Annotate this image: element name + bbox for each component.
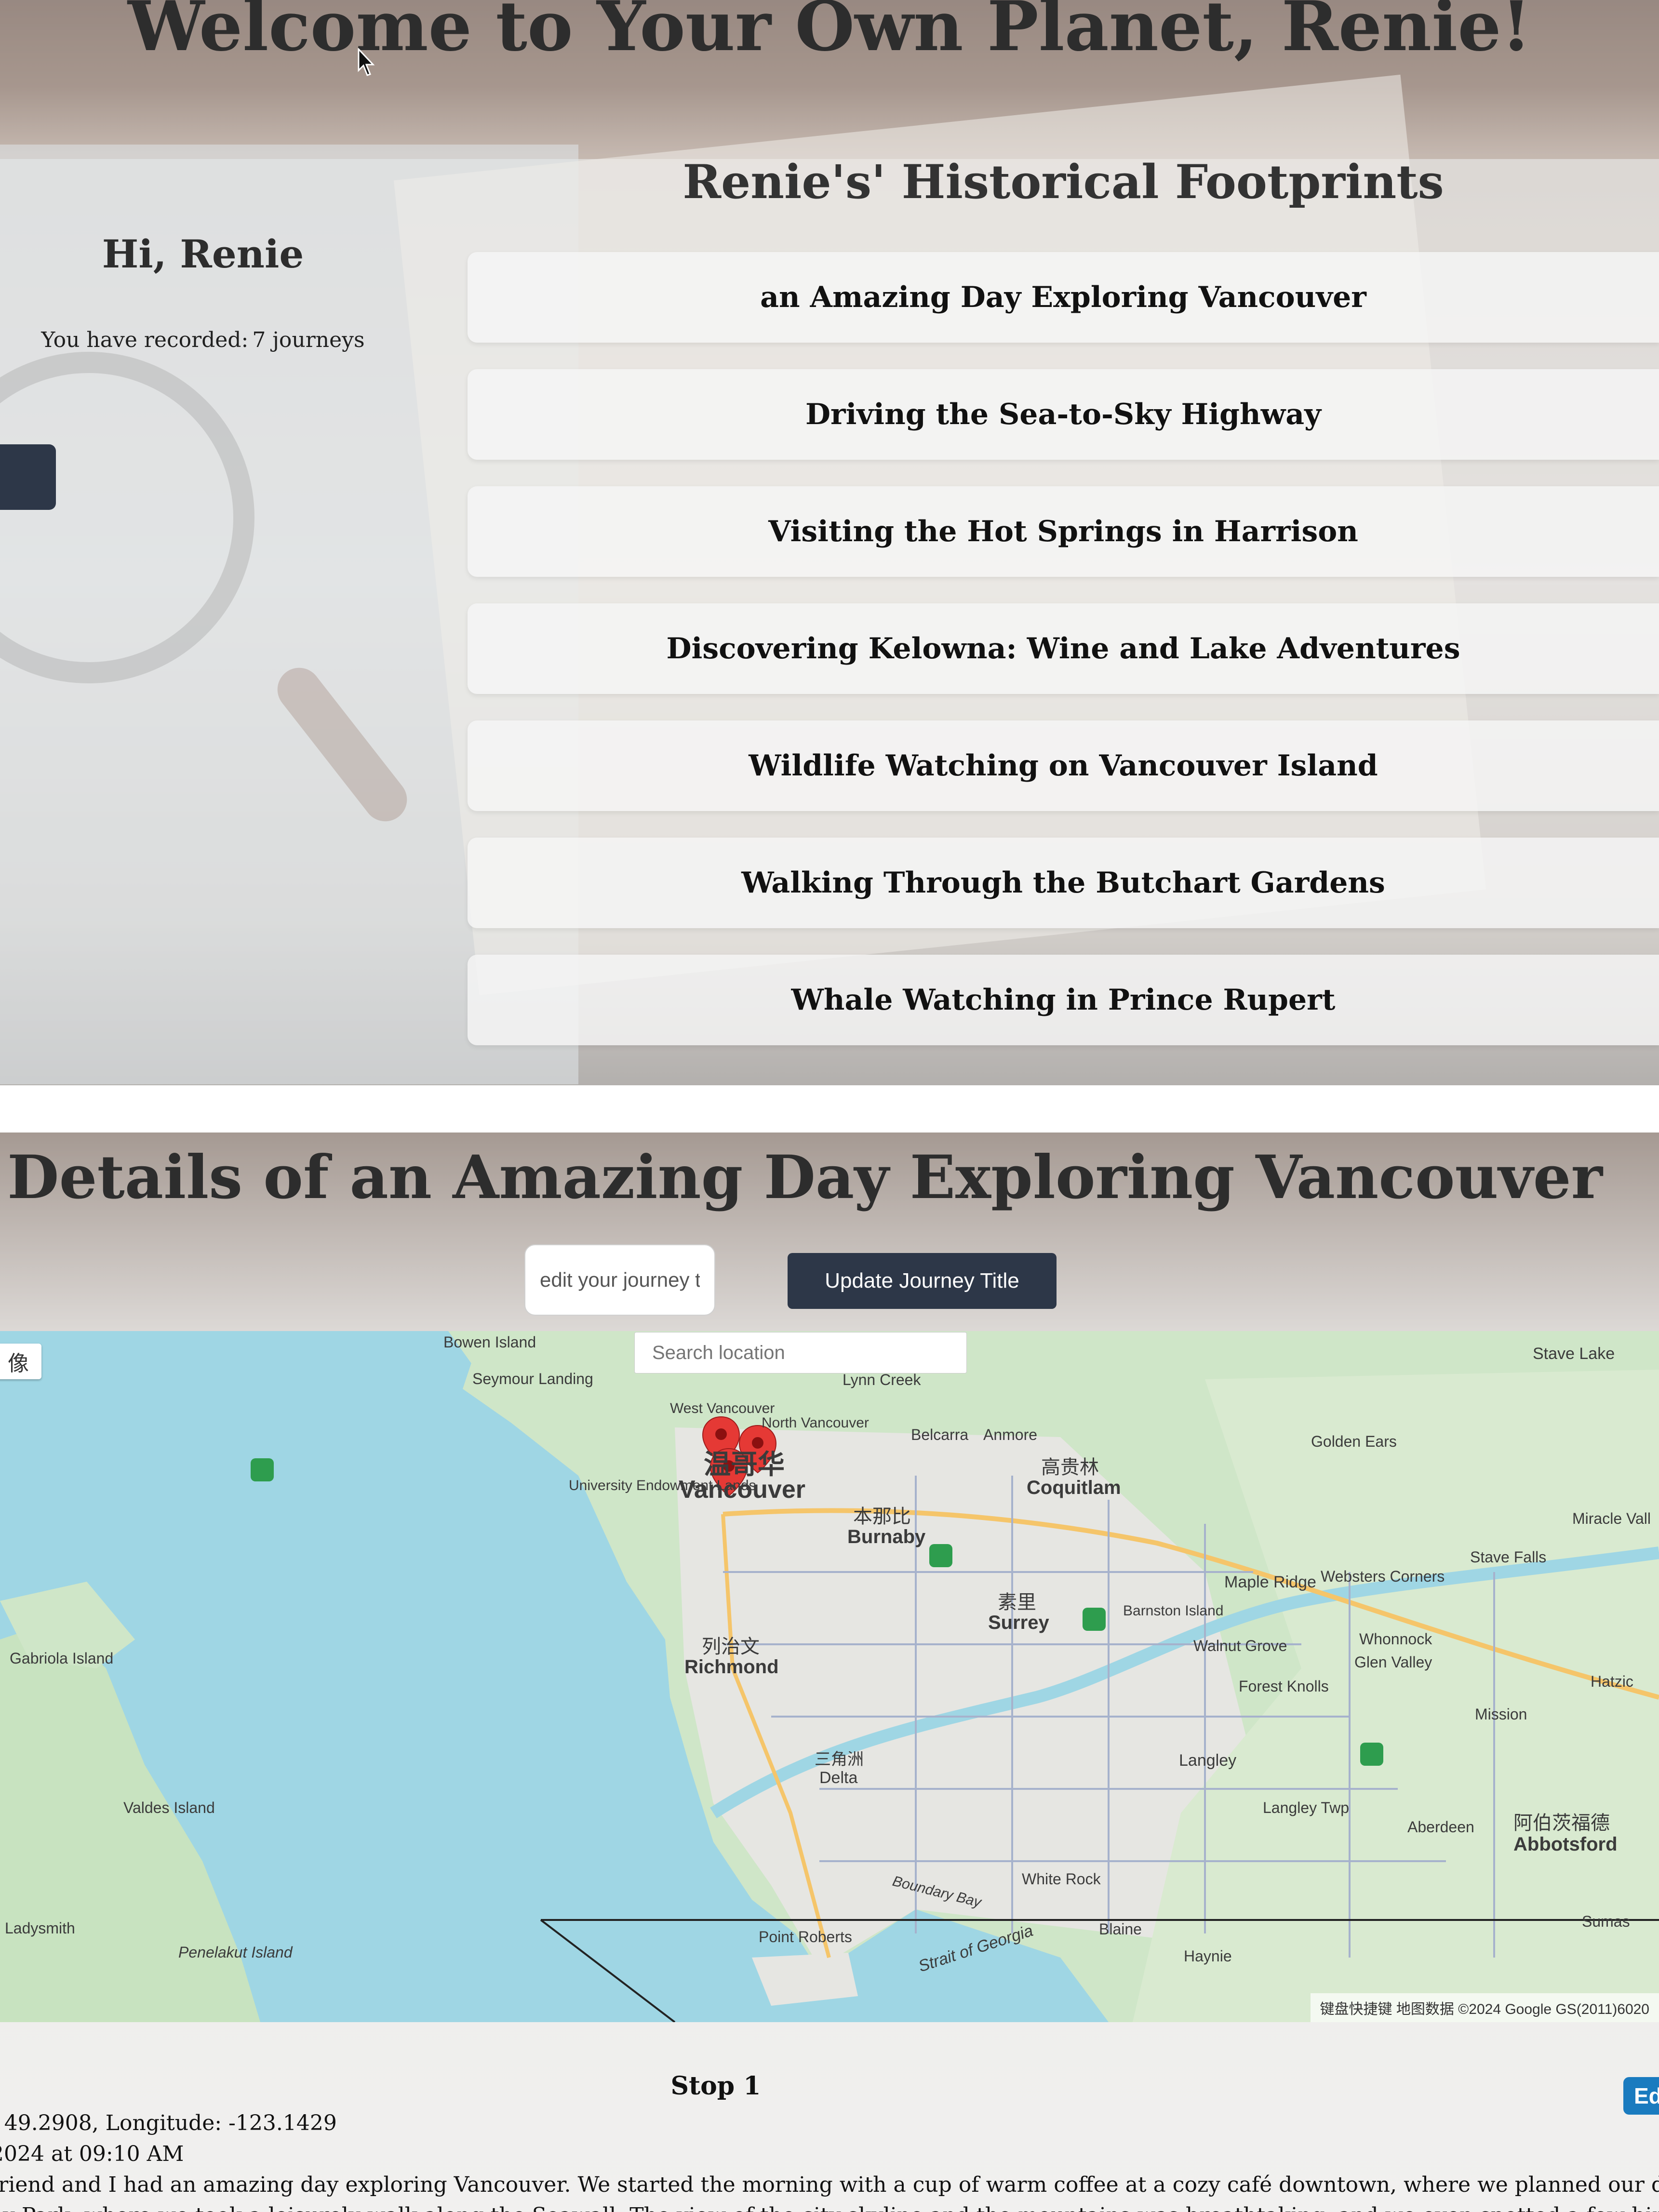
map-label: White Rock: [1022, 1870, 1101, 1888]
map-label: Glen Valley: [1354, 1653, 1432, 1671]
map-label: Coquitlam: [1027, 1477, 1121, 1498]
journey-list: an Amazing Day Exploring Vancouver Drivi…: [468, 252, 1659, 1072]
map-search-input[interactable]: [634, 1332, 967, 1373]
map-label: Penelakut Island: [178, 1944, 293, 1961]
map-label: 本那比: [853, 1506, 911, 1527]
mouse-cursor-icon: [358, 48, 375, 76]
map-label: Barnston Island: [1123, 1603, 1223, 1619]
map-label: Surrey: [988, 1612, 1049, 1633]
sidebar-action-button[interactable]: [0, 444, 56, 510]
map-label: Maple Ridge: [1224, 1573, 1316, 1591]
map-label: Forest Knolls: [1239, 1678, 1329, 1695]
map-label: Belcarra: [911, 1426, 968, 1443]
park-icon: [1360, 1743, 1383, 1766]
map-label: 素里: [998, 1592, 1036, 1613]
map-label: Hatzic: [1591, 1673, 1633, 1690]
map-label: Delta: [819, 1769, 857, 1787]
map-label: Abbotsford: [1513, 1834, 1618, 1855]
map-canvas[interactable]: 温哥华 Vancouver West Vancouver North Vanco…: [0, 1331, 1659, 2022]
map-land-islands: [0, 1620, 260, 2022]
map-label: University Endowment Lands: [569, 1478, 756, 1493]
footprints-heading: Renie's' Historical Footprints: [682, 155, 1444, 209]
map-land-point-roberts: [752, 1953, 858, 2006]
park-icon: [1083, 1608, 1106, 1631]
park-icon: [251, 1458, 274, 1481]
map-label: Anmore: [983, 1426, 1037, 1443]
journey-item[interactable]: Wildlife Watching on Vancouver Island: [468, 720, 1659, 811]
journey-item[interactable]: Driving the Sea-to-Sky Highway: [468, 369, 1659, 460]
journey-details-section: Details of an Amazing Day Exploring Vanc…: [0, 1133, 1659, 2212]
user-greeting: Hi, Renie: [102, 231, 304, 277]
map-label: Point Roberts: [759, 1928, 852, 1945]
map-label: Ladysmith: [5, 1919, 75, 1937]
map-label: Seymour Landing: [472, 1370, 593, 1387]
journey-count-text: You have recorded: 7 journeys: [0, 328, 406, 352]
journey-item[interactable]: Visiting the Hot Springs in Harrison: [468, 486, 1659, 577]
map-label: Walnut Grove: [1193, 1637, 1287, 1654]
map-label: Gabriola Island: [10, 1650, 113, 1667]
journey-count-label: You have recorded:: [41, 328, 249, 352]
map-label: 阿伯茨福德: [1513, 1812, 1610, 1834]
map-label: Sumas: [1582, 1913, 1630, 1930]
map-label: Stave Falls: [1470, 1548, 1546, 1566]
map-label: 温哥华: [704, 1449, 785, 1479]
map-label: Haynie: [1184, 1947, 1232, 1965]
map-label: Langley Twp: [1263, 1799, 1349, 1816]
map-label: Miracle Vall: [1572, 1510, 1651, 1527]
stop-title: Stop 1: [670, 2071, 761, 2101]
map-label: Aberdeen: [1407, 1818, 1474, 1836]
journey-item[interactable]: an Amazing Day Exploring Vancouver: [468, 252, 1659, 343]
map-label: 三角洲: [815, 1750, 864, 1769]
map-label: 列治文: [702, 1636, 760, 1657]
map-label: Strait of Georgia: [916, 1921, 1035, 1976]
edit-stop-button[interactable]: Ed: [1623, 2077, 1659, 2115]
map-label: 高贵林: [1041, 1457, 1099, 1478]
journey-item[interactable]: Walking Through the Butchart Gardens: [468, 838, 1659, 928]
update-journey-title-button[interactable]: Update Journey Title: [788, 1253, 1057, 1309]
map-label: Valdes Island: [123, 1799, 215, 1816]
hero-section: Welcome to Your Own Planet, Renie! Hi, R…: [0, 0, 1659, 1085]
journey-map[interactable]: 温哥华 Vancouver West Vancouver North Vanco…: [0, 1331, 1659, 2022]
journey-title-input[interactable]: [524, 1244, 715, 1316]
map-label: Lynn Creek: [843, 1371, 921, 1388]
map-label: Websters Corners: [1321, 1568, 1445, 1585]
map-label: Burnaby: [847, 1526, 926, 1547]
map-label: North Vancouver: [762, 1415, 869, 1431]
map-label: Blaine: [1099, 1920, 1142, 1938]
stop-time: 2024 at 09:10 AM: [0, 2142, 184, 2166]
map-label: Langley: [1179, 1751, 1236, 1770]
map-label: Richmond: [684, 1656, 779, 1678]
stop-description-line: ey Park, where we took a leisurely walk …: [0, 2203, 1659, 2212]
map-label: West Vancouver: [670, 1400, 775, 1416]
map-type-button[interactable]: 像: [0, 1344, 41, 1379]
map-label: Bowen Island: [443, 1333, 536, 1351]
map-label: Mission: [1475, 1706, 1527, 1723]
map-label: Whonnock: [1359, 1630, 1432, 1648]
stop-description-line: friend and I had an amazing day explorin…: [0, 2172, 1659, 2197]
park-icon: [929, 1544, 952, 1567]
welcome-title: Welcome to Your Own Planet, Renie!: [128, 0, 1531, 67]
map-attribution: 键盘快捷键 地图数据 ©2024 Google GS(2011)6020: [1310, 1993, 1659, 2022]
stop-coordinates: : 49.2908, Longitude: -123.1429: [0, 2111, 337, 2135]
journey-item[interactable]: Whale Watching in Prince Rupert: [468, 955, 1659, 1045]
journey-item[interactable]: Discovering Kelowna: Wine and Lake Adven…: [468, 603, 1659, 694]
map-label: Golden Ears: [1311, 1433, 1397, 1450]
journey-details-title: Details of an Amazing Day Exploring Vanc…: [7, 1143, 1603, 1213]
journey-count-value: 7 journeys: [252, 328, 365, 352]
map-label: Stave Lake: [1533, 1345, 1615, 1363]
